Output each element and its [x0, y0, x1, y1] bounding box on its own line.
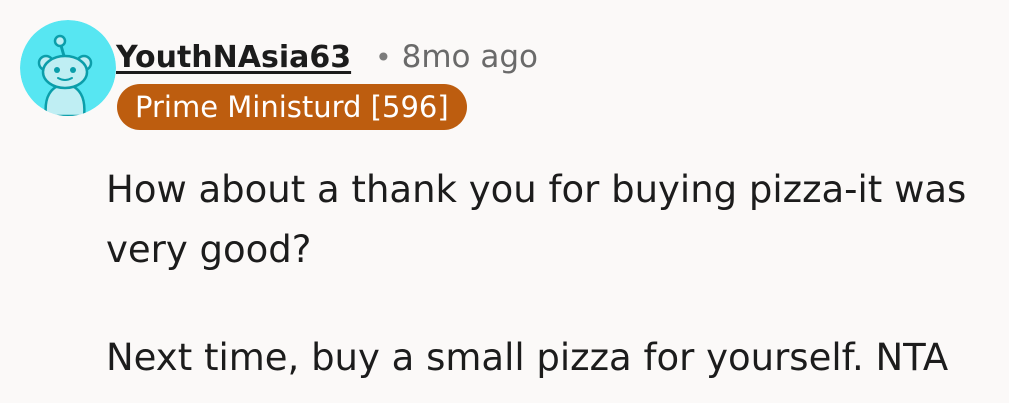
user-flair: Prime Ministurd [596] [117, 84, 467, 130]
reddit-snoo-avatar-icon [20, 20, 116, 116]
comment-timestamp[interactable]: 8mo ago [402, 39, 538, 75]
comment: YouthNAsia63 • 8mo ago Prime Ministurd [… [0, 0, 1009, 403]
separator-dot: • [375, 40, 392, 74]
username-link[interactable]: YouthNAsia63 [116, 40, 351, 75]
comment-paragraph: Next time, buy a small pizza for yoursel… [106, 336, 949, 379]
user-avatar[interactable] [20, 20, 116, 116]
comment-body: How about a thank you for buying pizza-i… [106, 160, 996, 388]
comment-paragraph: How about a thank you for buying pizza-i… [106, 168, 967, 271]
comment-header: YouthNAsia63 • 8mo ago [116, 34, 538, 80]
